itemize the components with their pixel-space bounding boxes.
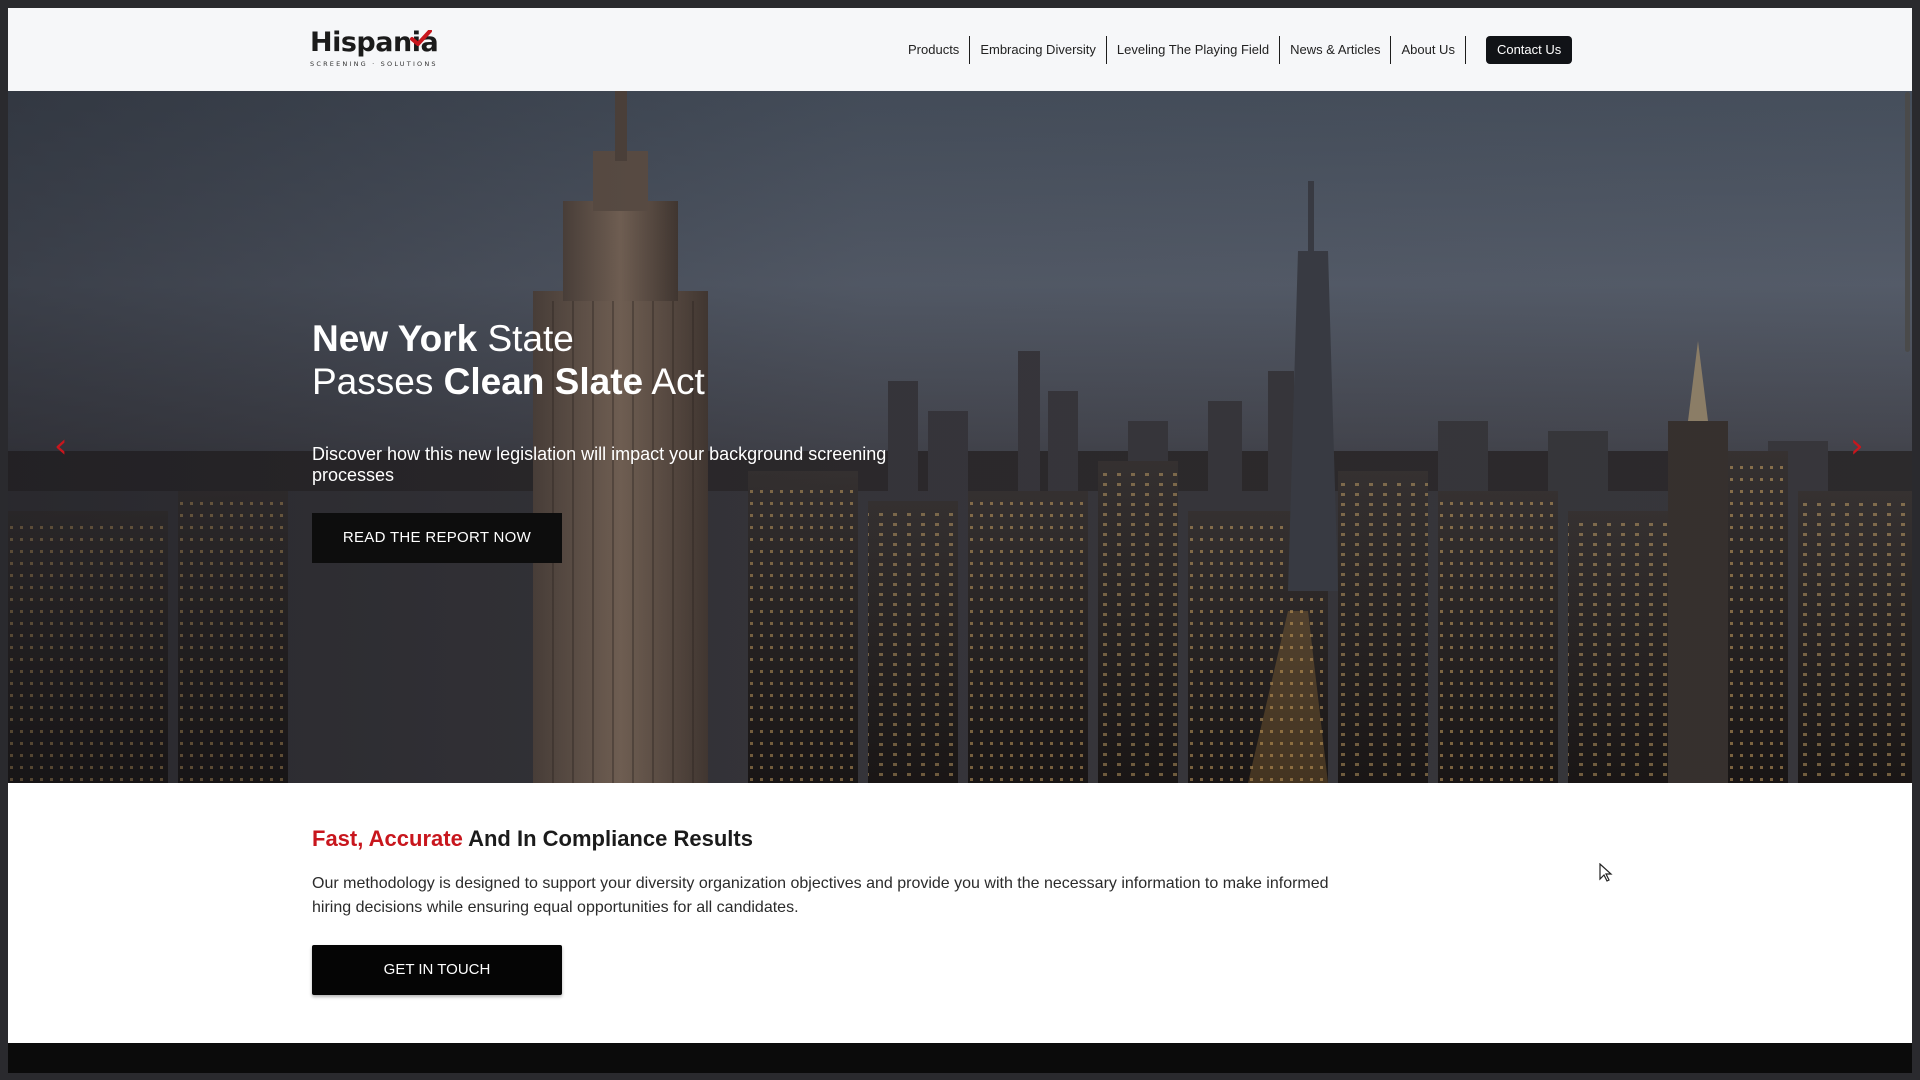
logo-checkmark-icon xyxy=(410,30,432,46)
hero-title: New York State Passes Clean Slate Act xyxy=(312,317,1012,403)
carousel-next-chevron-icon[interactable]: › xyxy=(1850,429,1864,463)
site-logo[interactable]: Hispania SCREENING · SOLUTIONS xyxy=(310,28,439,69)
intro-heading-rest: And In Compliance Results xyxy=(462,826,753,851)
main-nav: Products Embracing Diversity Leveling Th… xyxy=(898,36,1573,64)
nav-item-embracing-diversity[interactable]: Embracing Diversity xyxy=(970,36,1107,64)
nav-item-news-articles[interactable]: News & Articles xyxy=(1280,36,1392,64)
hero-title-part-2: Passes xyxy=(312,361,444,402)
hero-subtitle: Discover how this new legislation will i… xyxy=(312,444,887,485)
hero-slider: ‹ › New York State Passes Clean Slate Ac… xyxy=(8,91,1912,783)
nav-item-about-us[interactable]: About Us xyxy=(1391,36,1466,64)
hero-title-bold-2: Clean Slate xyxy=(443,361,644,402)
browser-viewport: Hispania SCREENING · SOLUTIONS Products … xyxy=(8,8,1912,1073)
intro-heading: Fast, Accurate And In Compliance Results xyxy=(312,826,753,852)
contact-us-button[interactable]: Contact Us xyxy=(1485,36,1573,64)
carousel-prev-chevron-icon[interactable]: ‹ xyxy=(54,429,68,463)
hero-title-bold-1: New York xyxy=(312,318,478,359)
page-scrollbar[interactable] xyxy=(1905,92,1910,352)
read-report-button[interactable]: READ THE REPORT NOW xyxy=(312,513,562,563)
logo-tagline: SCREENING · SOLUTIONS xyxy=(310,60,438,68)
intro-body-text: Our methodology is designed to support y… xyxy=(312,875,1329,916)
footer-band xyxy=(8,1043,1912,1073)
hero-title-part-3: Act xyxy=(643,361,705,402)
site-header: Hispania SCREENING · SOLUTIONS Products … xyxy=(8,8,1912,92)
nav-item-leveling-the-playing-field[interactable]: Leveling The Playing Field xyxy=(1107,36,1281,64)
mouse-cursor-icon xyxy=(1599,863,1613,882)
intro-heading-accent: Fast, Accurate xyxy=(312,826,463,851)
hero-overlay xyxy=(8,91,1912,783)
nav-item-products[interactable]: Products xyxy=(898,36,971,64)
get-in-touch-button[interactable]: GET IN TOUCH xyxy=(312,945,562,995)
hero-title-part-1: State xyxy=(477,318,574,359)
